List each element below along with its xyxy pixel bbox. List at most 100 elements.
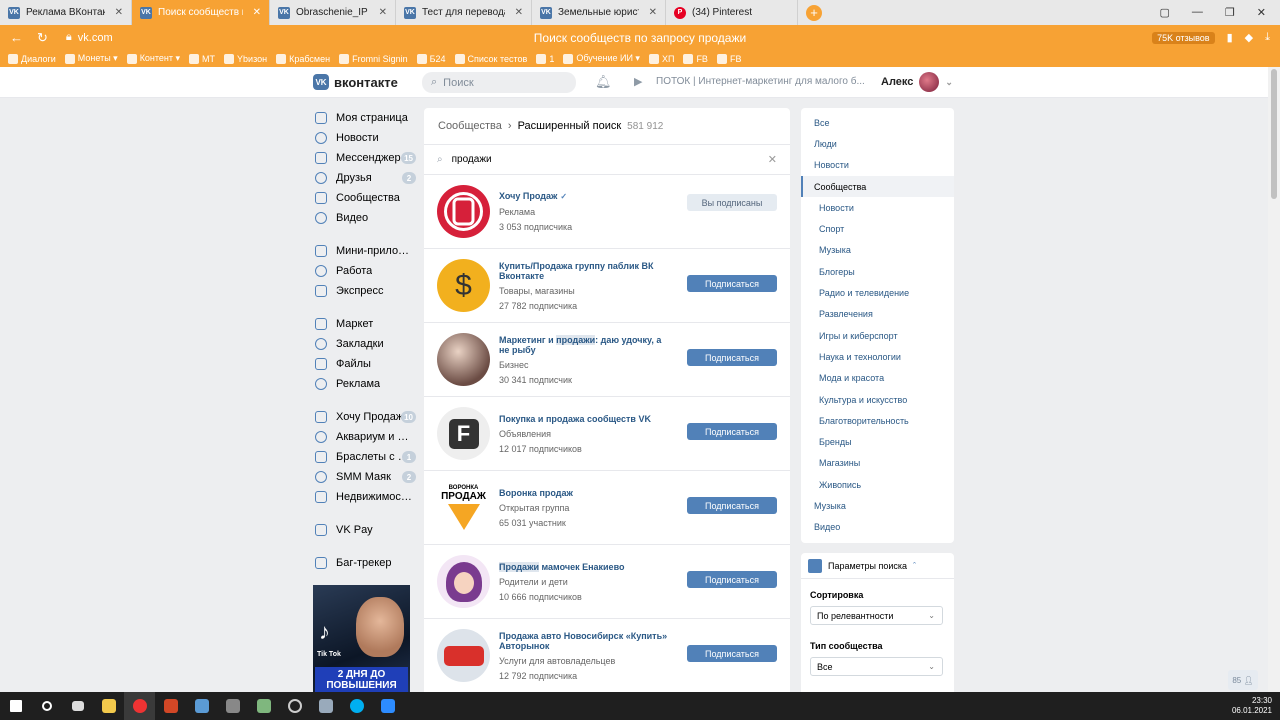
community-row[interactable]: Хочу Продаж ✓ Реклама 3 053 подписчика Вы по… bbox=[424, 175, 790, 249]
filter-item[interactable]: Благотворительность bbox=[801, 410, 954, 431]
search-input[interactable]: ⌕ Поиск bbox=[422, 72, 576, 93]
skype-icon[interactable] bbox=[341, 692, 372, 720]
community-name[interactable]: Продажи мамочек Енакиево bbox=[499, 561, 669, 572]
nav-item[interactable]: Закладки bbox=[313, 334, 418, 354]
downloads-icon[interactable]: ⤓ bbox=[1265, 31, 1270, 44]
shield-icon[interactable]: ◆ bbox=[1245, 31, 1253, 44]
close-icon[interactable]: ✕ bbox=[379, 7, 387, 18]
browser-tab[interactable]: VK Земельные юристы СПб ✕ bbox=[532, 0, 666, 25]
community-avatar[interactable]: F bbox=[437, 407, 490, 460]
bookmark-item[interactable]: 1 bbox=[536, 53, 554, 64]
nav-item[interactable]: Недвижимость Го... bbox=[313, 487, 418, 507]
back-arrow-icon[interactable]: ← bbox=[10, 30, 23, 46]
query-text[interactable]: продажи bbox=[452, 154, 492, 165]
nav-item[interactable]: Хочу Продаж 10 bbox=[313, 407, 418, 427]
powerpoint-icon[interactable] bbox=[155, 692, 186, 720]
filter-item[interactable]: Сообщества bbox=[801, 175, 954, 198]
start-icon[interactable] bbox=[0, 692, 31, 720]
plus-icon[interactable]: + bbox=[806, 4, 822, 21]
bookmark-item[interactable]: Список тестов bbox=[454, 53, 527, 64]
scrollbar-thumb[interactable] bbox=[1271, 69, 1277, 199]
subscribed-button[interactable]: Вы подписаны bbox=[687, 194, 777, 211]
browser-tab[interactable]: VK Тест для перевода ✕ bbox=[396, 0, 532, 25]
community-name[interactable]: Продажа авто Новосибирск «Купить» Авторы… bbox=[499, 631, 669, 651]
params-header[interactable]: Параметры поиска ˆ bbox=[801, 553, 954, 579]
maximize-icon[interactable]: ❐ bbox=[1225, 6, 1235, 19]
filter-item[interactable]: Видео bbox=[801, 517, 954, 538]
browser-tab[interactable]: VK Поиск сообществ по з ✕ bbox=[132, 0, 270, 25]
close-icon[interactable]: ✕ bbox=[649, 7, 657, 18]
filter-item[interactable]: Бренды bbox=[801, 431, 954, 452]
calculator-icon[interactable] bbox=[217, 692, 248, 720]
tiktok-promo-banner[interactable]: ♪ Tik Tok 2 ДНЯ ДО ПОВЫШЕНИЯ bbox=[313, 585, 410, 695]
yandex-browser-icon[interactable] bbox=[124, 692, 155, 720]
nav-item[interactable]: Баг-трекер bbox=[313, 553, 418, 573]
browser-tab[interactable]: VK Obraschenie_IP (1).docx ✕ bbox=[270, 0, 396, 25]
subscribe-button[interactable]: Подписаться bbox=[687, 497, 777, 514]
app-icon[interactable] bbox=[186, 692, 217, 720]
nav-item[interactable]: Файлы bbox=[313, 354, 418, 374]
community-avatar[interactable] bbox=[437, 185, 490, 238]
bookmark-item[interactable]: ХП bbox=[648, 53, 674, 64]
breadcrumb-communities[interactable]: Сообщества bbox=[438, 120, 502, 132]
vk-logo[interactable]: VK вконтакте bbox=[313, 74, 398, 90]
reviews-badge[interactable]: 75K отзывов bbox=[1152, 31, 1215, 44]
filter-item[interactable]: Наука и технологии bbox=[801, 346, 954, 367]
subscribe-button[interactable]: Подписаться bbox=[687, 349, 777, 366]
community-row[interactable]: ВОРОНКА ПРОДАЖ Воронка продаж Открытая груп… bbox=[424, 471, 790, 545]
url-text[interactable]: vk.com bbox=[78, 32, 113, 44]
browser-tab[interactable]: P (34) Pinterest bbox=[666, 0, 798, 25]
community-row[interactable]: F Покупка и продажа сообществ VK Объявлени… bbox=[424, 397, 790, 471]
filter-item[interactable]: Мода и красота bbox=[801, 368, 954, 389]
community-row[interactable]: Продажа авто Новосибирск «Купить» Авторы… bbox=[424, 619, 790, 693]
filter-item[interactable]: Новости bbox=[801, 155, 954, 176]
reload-icon[interactable]: ↻ bbox=[37, 30, 48, 46]
nav-item[interactable]: SMM Маяк 2 bbox=[313, 467, 418, 487]
nav-item[interactable]: Новости bbox=[313, 128, 418, 148]
close-icon[interactable]: ✕ bbox=[253, 7, 261, 18]
nav-item[interactable]: VK Pay bbox=[313, 520, 418, 540]
clear-icon[interactable]: ✕ bbox=[768, 153, 777, 166]
filter-item[interactable]: Блогеры bbox=[801, 261, 954, 282]
community-avatar[interactable] bbox=[437, 555, 490, 608]
filter-item[interactable]: Магазины bbox=[801, 453, 954, 474]
bookmark-item[interactable]: Обучение ИИ ▾ bbox=[563, 53, 640, 64]
nav-item[interactable]: Друзья 2 bbox=[313, 168, 418, 188]
nav-item[interactable]: Экспресс bbox=[313, 281, 418, 301]
community-avatar[interactable]: $ bbox=[437, 259, 490, 312]
sort-select[interactable]: По релевантности ⌄ bbox=[810, 606, 943, 625]
community-row[interactable]: $ Купить/Продажа группу паблик ВК Вконтак… bbox=[424, 249, 790, 323]
community-avatar[interactable]: ВОРОНКА ПРОДАЖ bbox=[437, 481, 490, 534]
filter-item[interactable]: Все bbox=[801, 112, 954, 133]
filter-item[interactable]: Новости bbox=[801, 197, 954, 218]
community-name[interactable]: Покупка и продажа сообществ VK bbox=[499, 414, 669, 424]
filter-item[interactable]: Живопись bbox=[801, 474, 954, 495]
nav-item[interactable]: Аквариум и рыбк... bbox=[313, 427, 418, 447]
nav-item[interactable]: Браслеты с А... 1 bbox=[313, 447, 418, 467]
bookmark-item[interactable]: МТ bbox=[189, 53, 215, 64]
app-icon[interactable] bbox=[310, 692, 341, 720]
bookmark-item[interactable]: Ybизон bbox=[224, 53, 267, 64]
close-window-icon[interactable]: ✕ bbox=[1257, 6, 1266, 19]
nav-item[interactable]: Видео bbox=[313, 208, 418, 228]
user-menu[interactable]: Алекс ⌄ bbox=[881, 72, 953, 92]
subscribe-button[interactable]: Подписаться bbox=[687, 423, 777, 440]
bookmark-item[interactable]: Контент ▾ bbox=[126, 53, 180, 64]
bookmark-item[interactable]: Монеты ▾ bbox=[64, 53, 118, 64]
filter-item[interactable]: Спорт bbox=[801, 218, 954, 239]
query-field[interactable]: ⌕ продажи ✕ bbox=[424, 145, 790, 175]
nav-item[interactable]: Работа bbox=[313, 261, 418, 281]
clock-app-icon[interactable] bbox=[279, 692, 310, 720]
bookmark-item[interactable]: FB bbox=[716, 53, 741, 64]
task-view-icon[interactable] bbox=[62, 692, 93, 720]
filter-item[interactable]: Музыка bbox=[801, 240, 954, 261]
browser-tab[interactable]: VK Реклама ВКонтакте ✕ bbox=[0, 0, 132, 25]
system-clock[interactable]: 23:30 06.01.2021 bbox=[1232, 696, 1280, 716]
filter-item[interactable]: Культура и искусство bbox=[801, 389, 954, 410]
notes-icon[interactable] bbox=[248, 692, 279, 720]
nav-item[interactable]: Сообщества bbox=[313, 188, 418, 208]
url-field[interactable]: 🔒︎ vk.com bbox=[66, 31, 113, 44]
filter-item[interactable]: Музыка bbox=[801, 495, 954, 516]
nav-item[interactable]: Моя страница bbox=[313, 108, 418, 128]
zoom-icon[interactable] bbox=[372, 692, 403, 720]
